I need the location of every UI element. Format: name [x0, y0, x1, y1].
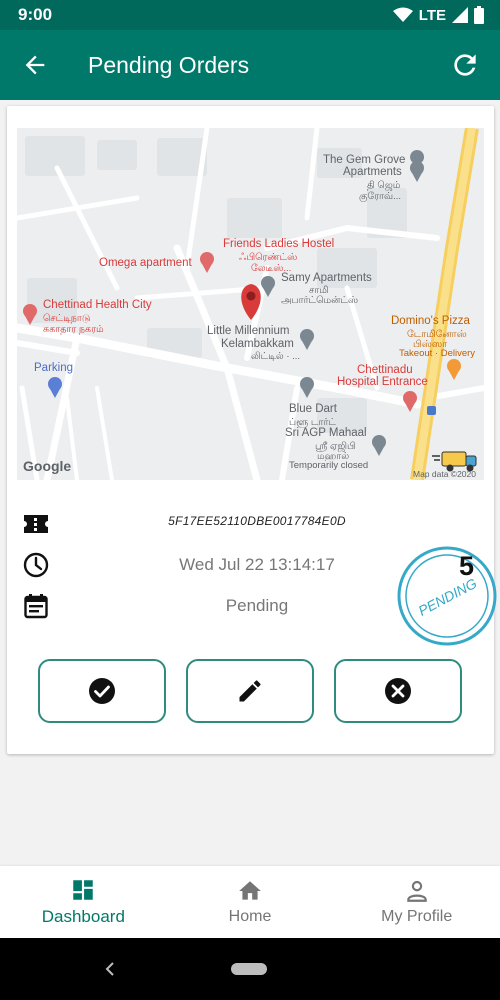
system-navigation-bar: [0, 938, 500, 1000]
map-label-hospital-2: Hospital Entrance: [337, 376, 428, 388]
map-label-friends: Friends Ladies Hostel: [223, 238, 335, 250]
pending-count: 5: [459, 551, 475, 581]
order-date-row: [21, 550, 51, 580]
battery-icon: [474, 6, 484, 24]
pending-stamp: PENDING: [395, 544, 499, 648]
order-map[interactable]: The Gem Grove Apartments தி ஜெம் குரோவ்.…: [17, 128, 484, 480]
order-status-row: [21, 591, 51, 621]
map-label-samy-tamil2: அபார்ட்மென்ட்ஸ்: [281, 295, 359, 306]
pencil-icon: [239, 680, 261, 702]
ticket-icon: [21, 509, 51, 539]
order-id-row: [21, 509, 51, 539]
calendar-note-icon: [21, 591, 51, 621]
system-home-button[interactable]: [231, 963, 267, 975]
map-label-omega: Omega apartment: [99, 257, 192, 269]
close-circle-icon: [385, 678, 411, 704]
status-icons: LTE: [392, 6, 484, 24]
network-label: LTE: [418, 6, 446, 24]
signal-icon: [452, 7, 468, 23]
map-label-gem-tamil2: குரோவ்...: [359, 191, 402, 202]
check-circle-icon: [89, 678, 115, 704]
order-id: 5F17EE52110DBE0017784E0D: [168, 514, 346, 528]
app-bar: Pending Orders: [0, 30, 500, 100]
nav-home[interactable]: Home: [167, 866, 334, 938]
wifi-icon: [392, 7, 413, 22]
order-date: Wed Jul 22 13:14:17: [179, 555, 335, 574]
accept-order-button[interactable]: [38, 659, 166, 723]
home-icon: [239, 881, 261, 900]
google-logo: Google: [23, 458, 72, 474]
clock-icon: [21, 550, 51, 580]
map-label-temporarily-closed: Temporarily closed: [289, 460, 369, 471]
map-label-takeout: Takeout · Delivery: [399, 348, 476, 359]
nav-my-profile-label: My Profile: [381, 908, 453, 925]
nav-home-label: Home: [228, 908, 272, 925]
nav-my-profile[interactable]: My Profile: [333, 866, 500, 938]
map-attribution: Map data ©2020: [413, 469, 476, 479]
nav-dashboard[interactable]: Dashboard: [0, 866, 167, 938]
status-bar: 9:00 LTE: [0, 0, 500, 30]
map-label-apartments: Apartments: [343, 166, 402, 178]
map-label-chettinad-tamil2: சுகாதார நகரம்: [43, 324, 104, 335]
system-back-button[interactable]: [100, 956, 120, 982]
order-card: The Gem Grove Apartments தி ஜெம் குரோவ்.…: [7, 106, 497, 754]
map-label-little-millennium: Little Millennium: [207, 325, 290, 337]
status-time: 9:00: [18, 5, 53, 24]
map-label-dominos: Domino's Pizza: [391, 315, 470, 327]
cancel-order-button[interactable]: [334, 659, 462, 723]
map-label-blue-dart: Blue Dart: [289, 403, 337, 415]
map-label-sri-agp: Sri AGP Mahaal: [285, 427, 367, 439]
order-status: Pending: [225, 596, 289, 615]
arrow-back-icon: [25, 55, 45, 75]
chevron-left-icon: [105, 962, 114, 976]
refresh-icon: [454, 54, 476, 76]
page-title: Pending Orders: [88, 51, 250, 78]
dashboard-icon: [73, 880, 94, 900]
back-button[interactable]: [0, 30, 70, 100]
refresh-button[interactable]: [430, 30, 500, 100]
person-icon: [406, 880, 427, 902]
bottom-navigation: Dashboard Home My Profile: [0, 866, 500, 938]
edit-order-button[interactable]: [186, 659, 314, 723]
nav-dashboard-label: Dashboard: [41, 907, 125, 926]
map-label-little-tamil: லிட்டில் · ...: [251, 351, 301, 362]
map-label-parking: Parking: [34, 362, 73, 374]
map-label-chettinad-health: Chettinad Health City: [43, 299, 152, 311]
